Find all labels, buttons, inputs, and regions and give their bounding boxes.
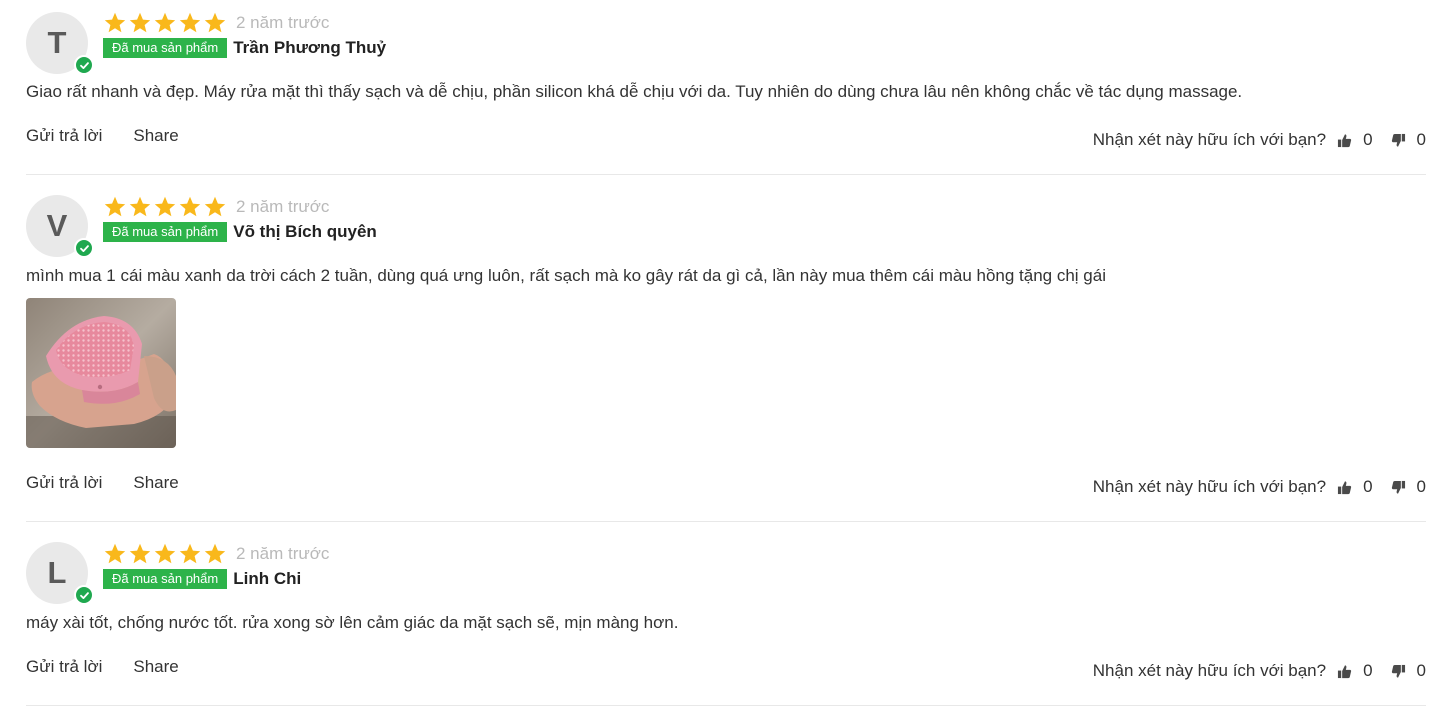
review-text: mình mua 1 cái màu xanh da trời cách 2 t… <box>26 266 1106 285</box>
review-time: 2 năm trước <box>236 13 330 32</box>
like-count: 0 <box>1363 130 1373 149</box>
thumbs-down-icon[interactable] <box>1391 664 1406 679</box>
review-item: L 2 năm trước Đã mua sản phẩm Linh Chi m… <box>26 522 1426 706</box>
share-button[interactable]: Share <box>133 657 178 677</box>
thumbs-up-icon[interactable] <box>1337 664 1352 679</box>
star-icon <box>204 12 226 33</box>
star-rating <box>103 195 227 219</box>
helpful-section: Nhận xét này hữu ích với bạn? 0 0 <box>1093 477 1426 497</box>
share-button[interactable]: Share <box>133 473 178 493</box>
star-icon <box>104 543 126 564</box>
purchased-badge: Đã mua sản phẩm <box>103 38 228 58</box>
star-icon <box>179 12 201 33</box>
reply-button[interactable]: Gửi trả lời <box>26 126 102 146</box>
star-icon <box>204 196 226 217</box>
helpful-question: Nhận xét này hữu ích với bạn? <box>1092 477 1327 496</box>
thumbs-down-icon[interactable] <box>1391 133 1406 148</box>
star-icon <box>104 12 126 33</box>
dislike-count: 0 <box>1416 661 1426 680</box>
review-time: 2 năm trước <box>236 197 330 216</box>
star-rating <box>103 11 227 35</box>
avatar-initial: T <box>47 25 67 60</box>
review-item: T 2 năm trước Đã mua sản phẩm Trần Phươn… <box>26 0 1426 175</box>
star-icon <box>154 12 176 33</box>
thumbs-up-icon[interactable] <box>1337 133 1352 148</box>
review-header: 2 năm trước Đã mua sản phẩm Võ thị Bích … <box>103 195 377 243</box>
star-icon <box>129 12 151 33</box>
dislike-count: 0 <box>1416 477 1426 496</box>
star-icon <box>179 543 201 564</box>
star-icon <box>129 543 151 564</box>
avatar: L <box>26 542 94 605</box>
verified-check-icon <box>74 55 94 75</box>
thumbs-up-icon[interactable] <box>1337 480 1352 495</box>
review-header: 2 năm trước Đã mua sản phẩm Linh Chi <box>103 542 329 590</box>
share-button[interactable]: Share <box>133 126 178 146</box>
helpful-question: Nhận xét này hữu ích với bạn? <box>1092 661 1327 680</box>
avatar: T <box>26 12 94 75</box>
star-rating <box>103 542 227 566</box>
star-icon <box>154 543 176 564</box>
avatar: V <box>26 195 94 258</box>
purchased-badge: Đã mua sản phẩm <box>103 569 228 589</box>
avatar-initial: L <box>47 555 67 590</box>
star-icon <box>104 196 126 217</box>
review-header: 2 năm trước Đã mua sản phẩm Trần Phương … <box>103 11 386 59</box>
star-icon <box>154 196 176 217</box>
reviewer-name: Võ thị Bích quyên <box>233 222 377 241</box>
helpful-section: Nhận xét này hữu ích với bạn? 0 0 <box>1093 661 1426 681</box>
verified-check-icon <box>74 585 94 605</box>
review-time: 2 năm trước <box>236 544 330 563</box>
reviewer-name: Trần Phương Thuỷ <box>233 38 387 57</box>
star-icon <box>129 196 151 217</box>
review-item: V 2 năm trước Đã mua sản phẩm Võ thị Bíc… <box>26 175 1426 522</box>
review-text: Giao rất nhanh và đẹp. Máy rửa mặt thì t… <box>26 82 1243 101</box>
verified-check-icon <box>74 238 94 258</box>
purchased-badge: Đã mua sản phẩm <box>103 222 228 242</box>
star-icon <box>179 196 201 217</box>
like-count: 0 <box>1363 661 1373 680</box>
review-list: T 2 năm trước Đã mua sản phẩm Trần Phươn… <box>0 0 1450 714</box>
reply-button[interactable]: Gửi trả lời <box>26 657 102 677</box>
helpful-question: Nhận xét này hữu ích với bạn? <box>1092 130 1327 149</box>
review-text: máy xài tốt, chống nước tốt. rửa xong sờ… <box>26 613 679 632</box>
review-photo[interactable] <box>26 298 176 448</box>
dislike-count: 0 <box>1416 130 1426 149</box>
thumbs-down-icon[interactable] <box>1391 480 1406 495</box>
avatar-initial: V <box>46 208 68 243</box>
like-count: 0 <box>1363 477 1373 496</box>
reply-button[interactable]: Gửi trả lời <box>26 473 102 493</box>
star-icon <box>204 543 226 564</box>
helpful-section: Nhận xét này hữu ích với bạn? 0 0 <box>1093 130 1426 150</box>
reviewer-name: Linh Chi <box>233 569 302 588</box>
